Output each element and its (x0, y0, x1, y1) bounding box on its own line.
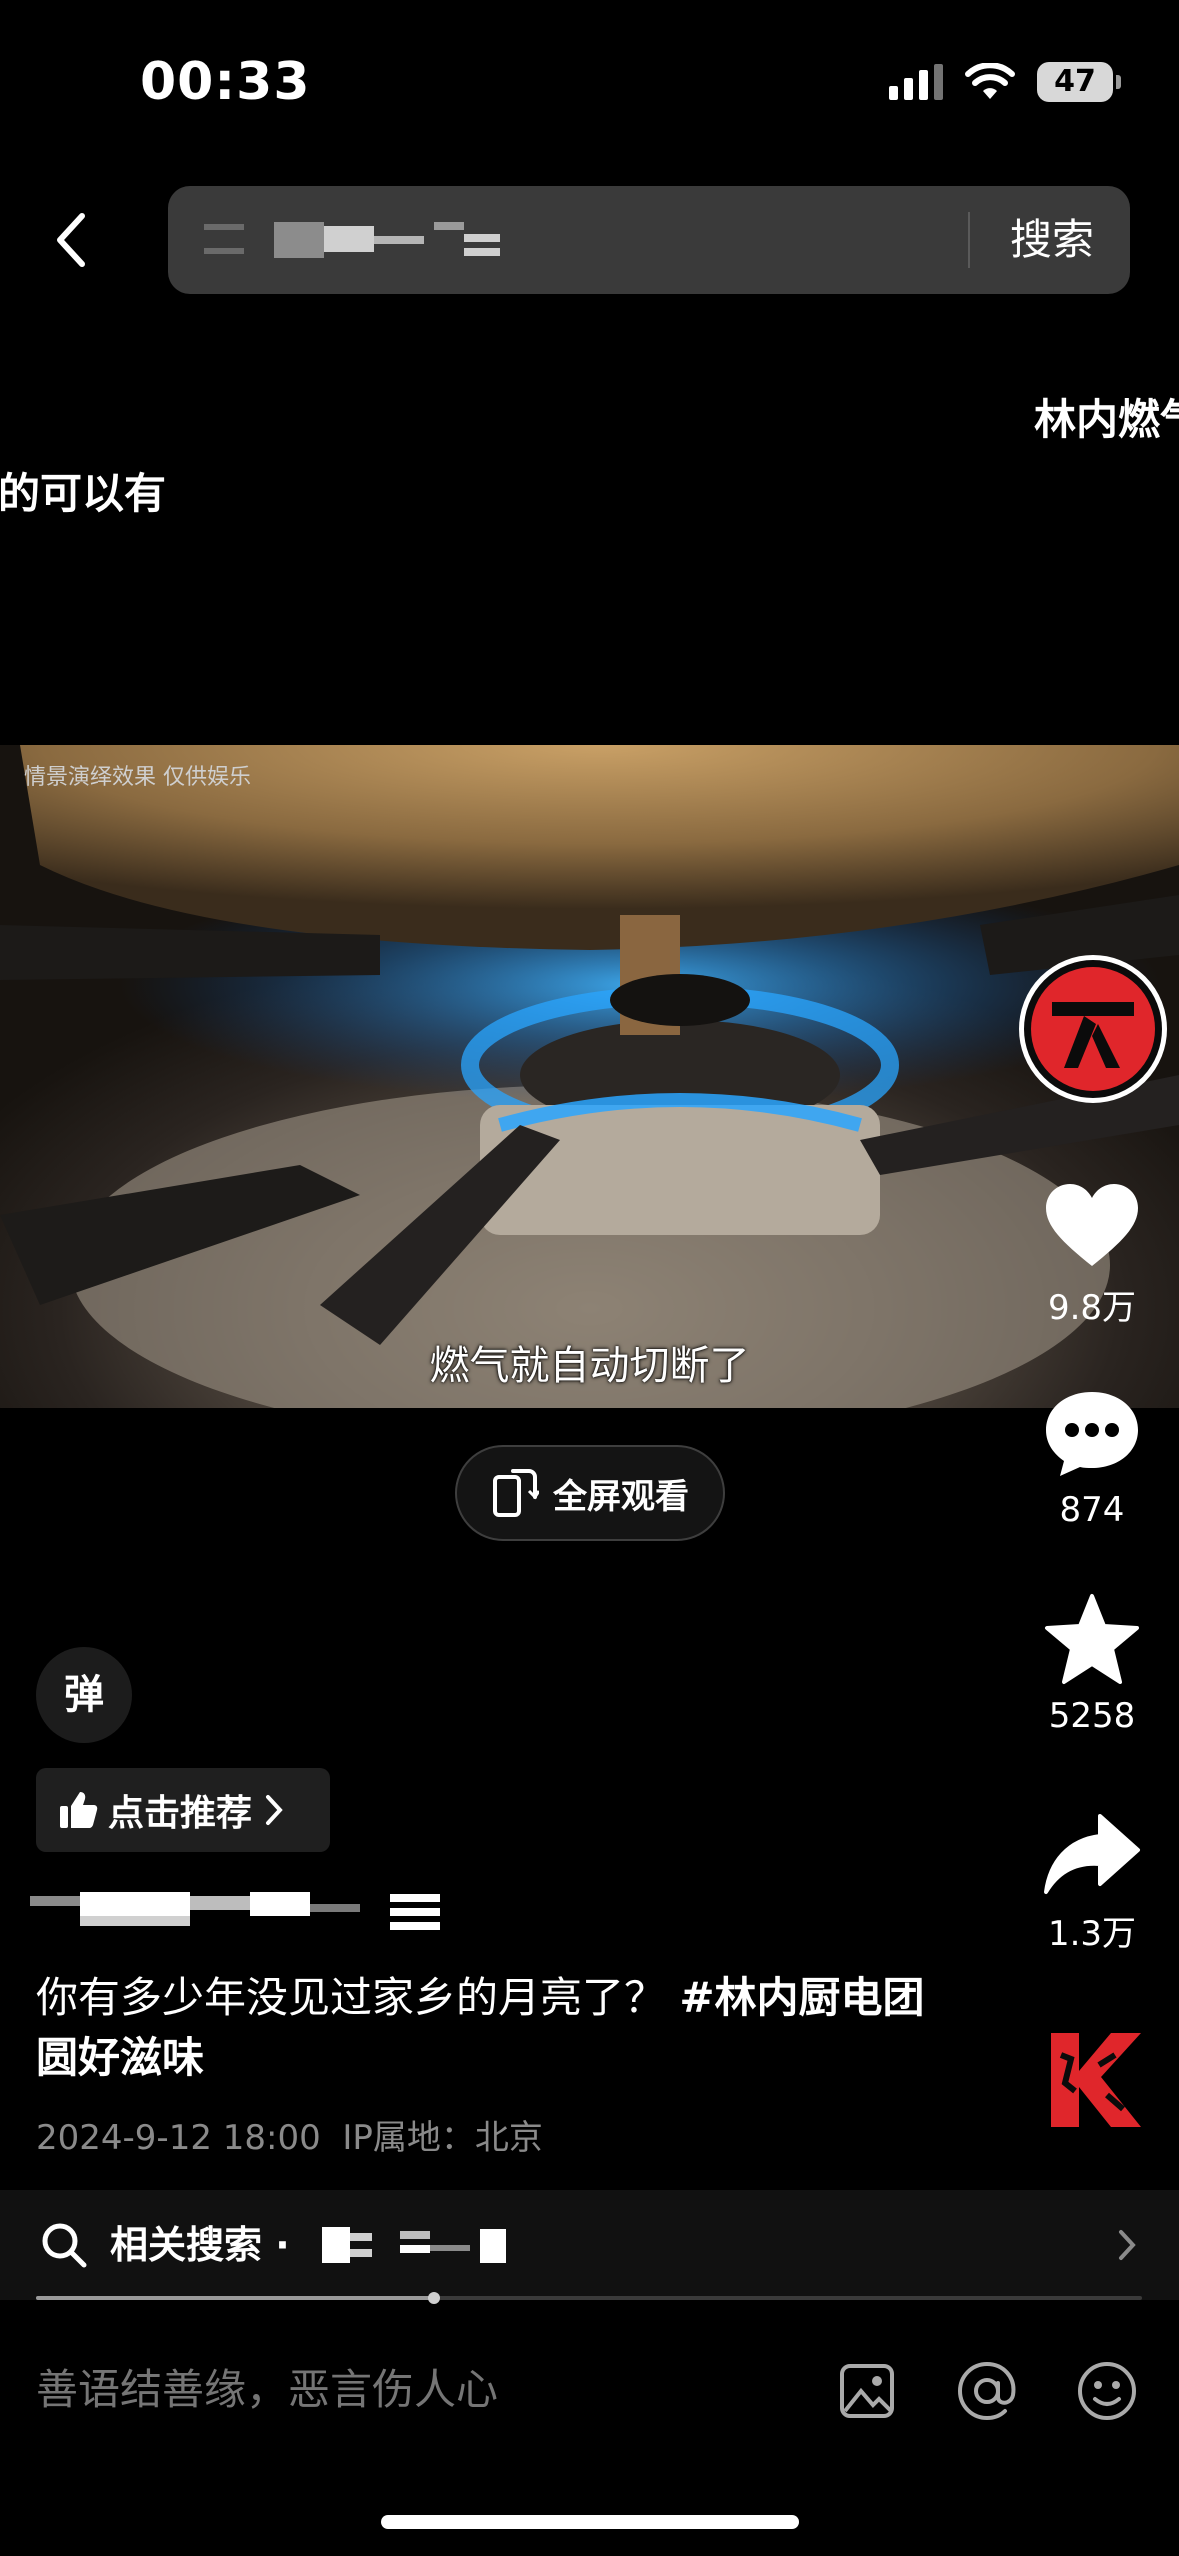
post-text: 你有多少年没见过家乡的月亮了？ (36, 1973, 680, 2022)
danmaku-toggle[interactable]: 弹 (36, 1647, 132, 1743)
favorite-action[interactable]: 5258 (1030, 1592, 1154, 1736)
comment-bubble-icon (1046, 1392, 1138, 1476)
video-player[interactable]: 情景演绎效果 仅供娱乐 燃气就自动切断了 (0, 745, 1179, 1408)
mention-button[interactable] (952, 2356, 1022, 2426)
emoji-button[interactable] (1072, 2356, 1142, 2426)
status-time: 00:33 (140, 52, 311, 112)
video-frame-gas-stove (0, 745, 1179, 1408)
search-divider (968, 212, 970, 268)
at-sign-icon (957, 2361, 1016, 2421)
chevron-left-icon (57, 213, 85, 267)
chevron-right-icon (1119, 2230, 1136, 2260)
emoji-icon (1078, 2362, 1136, 2420)
heart-icon (1046, 1184, 1138, 1266)
share-arrow-icon (1044, 1814, 1140, 1894)
video-progress-knob[interactable] (428, 2292, 441, 2304)
danmaku-comment: 林内燃气 (1034, 395, 1179, 444)
recommend-label: 点击推荐 (108, 1793, 253, 1834)
brand-logo-icon (1031, 967, 1155, 1091)
video-subtitle: 燃气就自动切断了 (429, 1343, 750, 1389)
comment-action[interactable]: 874 (1030, 1388, 1154, 1530)
search-button[interactable]: 搜索 (1010, 186, 1094, 294)
cellular-signal-icon (889, 64, 943, 100)
brand-k-icon (1051, 2033, 1141, 2127)
star-icon (1045, 1594, 1139, 1684)
fullscreen-button[interactable]: 全屏观看 (455, 1445, 725, 1541)
thumbs-up-icon (60, 1792, 98, 1828)
battery-indicator: 47 (1037, 62, 1121, 102)
brand-badge[interactable] (1030, 2025, 1154, 2139)
ip-location: IP属地：北京 (342, 2118, 543, 2158)
video-progress-fill (36, 2296, 435, 2300)
home-indicator (381, 2515, 799, 2529)
status-icons: 47 (889, 62, 1121, 102)
comment-input[interactable] (36, 2350, 816, 2430)
share-count: 1.3万 (1047, 1914, 1137, 1954)
author-avatar[interactable] (1019, 955, 1167, 1103)
danmaku-comment: 真的可以有 (0, 469, 167, 518)
post-description: 你有多少年没见过家乡的月亮了？ #林内厨电团圆好滋味 (36, 1968, 936, 2088)
search-icon (42, 2223, 87, 2268)
chevron-right-icon (266, 1795, 283, 1825)
favorite-count: 5258 (1048, 1696, 1136, 1736)
recommend-button[interactable]: 点击推荐 (36, 1768, 330, 1852)
wifi-icon (965, 63, 1015, 99)
related-search-label: 相关搜索 · (110, 2223, 290, 2267)
related-search-bar[interactable]: 相关搜索 · (0, 2190, 1179, 2300)
share-action[interactable]: 1.3万 (1030, 1812, 1154, 1955)
post-date: 2024-9-12 18:00 (36, 2118, 321, 2158)
redacted-search-query (204, 222, 500, 258)
rotate-screen-icon (493, 1469, 539, 1517)
like-count: 9.8万 (1047, 1288, 1137, 1328)
back-button[interactable] (40, 200, 100, 280)
fullscreen-label: 全屏观看 (553, 1476, 689, 1517)
like-action[interactable]: 9.8万 (1030, 1180, 1154, 1329)
redacted-author-name (30, 1892, 440, 1930)
video-disclaimer: 情景演绎效果 仅供娱乐 (24, 765, 251, 790)
image-icon (840, 2364, 894, 2418)
comment-count: 874 (1059, 1490, 1125, 1530)
redacted-related-query (322, 2227, 506, 2263)
video-progress-bar[interactable] (36, 2292, 1142, 2304)
image-picker-button[interactable] (832, 2356, 902, 2426)
search-bar[interactable]: 搜索 (168, 186, 1130, 294)
post-meta: 2024-9-12 18:00 IP属地：北京 (36, 2110, 543, 2159)
